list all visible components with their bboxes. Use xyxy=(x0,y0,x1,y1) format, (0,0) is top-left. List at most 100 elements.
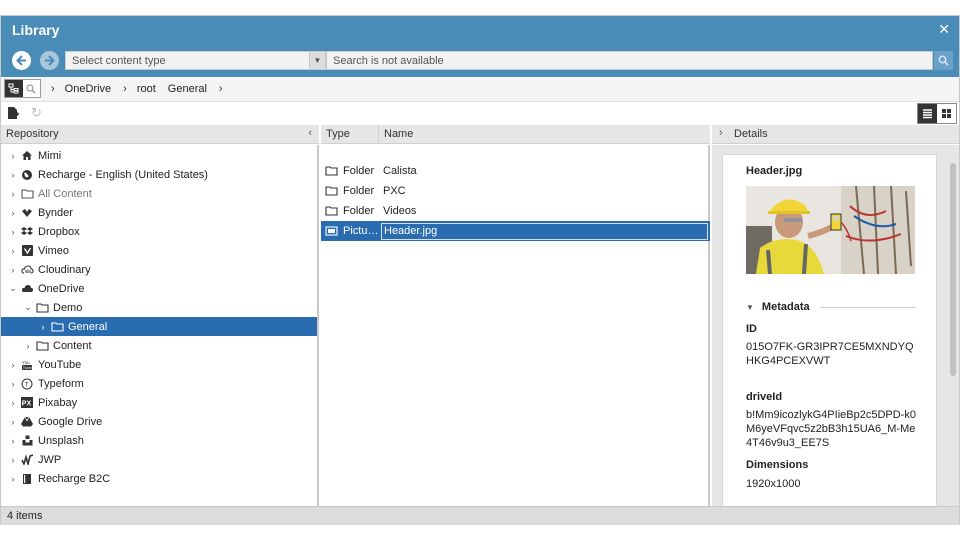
tree-item-label: Vimeo xyxy=(38,244,69,257)
tree-view-icon[interactable] xyxy=(5,80,23,97)
tree-item-content[interactable]: › Content xyxy=(1,336,317,355)
chevron-right-icon[interactable]: › xyxy=(7,360,19,370)
tree-item-label: General xyxy=(68,320,108,333)
chevron-right-icon[interactable]: › xyxy=(7,189,19,199)
details-header: › Details xyxy=(712,125,959,144)
tree-item-label: Mimi xyxy=(38,149,62,162)
tree-item-label: Demo xyxy=(53,301,83,314)
tree-item-mimi[interactable]: › Mimi xyxy=(1,146,317,165)
metadata-section-header[interactable]: ▼ Metadata xyxy=(746,301,916,313)
chevron-right-icon[interactable]: › xyxy=(7,227,19,237)
tree-item-unsplash[interactable]: › Unsplash xyxy=(1,431,317,450)
details-file-name: Header.jpg xyxy=(746,165,803,177)
tree-item-typeform[interactable]: › T Typeform xyxy=(1,374,317,393)
tree-item-google-drive[interactable]: › Google Drive xyxy=(1,412,317,431)
collapse-left-icon[interactable]: ‹ xyxy=(308,127,312,139)
chevron-right-icon[interactable]: › xyxy=(7,265,19,275)
tree-item-all-content[interactable]: › All Content xyxy=(1,184,317,203)
chevron-right-icon[interactable]: › xyxy=(7,246,19,256)
chevron-down-icon[interactable]: ▼ xyxy=(746,303,754,312)
collapse-right-icon[interactable]: › xyxy=(719,127,723,139)
breadcrumb-item[interactable]: OneDrive xyxy=(65,83,111,95)
field-value: 015O7FK-GR3IPR7CE5MXNDYQHKG4PCEXVWT xyxy=(746,341,914,367)
grid-view-icon[interactable] xyxy=(937,104,956,123)
chevron-right-icon[interactable]: › xyxy=(7,151,19,161)
search-input[interactable]: Search is not available xyxy=(326,51,933,70)
tree-search-toggle[interactable] xyxy=(4,79,41,98)
chevron-right-icon[interactable]: › xyxy=(7,398,19,408)
file-list-header: Type Name xyxy=(321,125,710,144)
search-view-icon[interactable] xyxy=(23,80,41,97)
tree-item-pixabay[interactable]: › PX Pixabay xyxy=(1,393,317,412)
chevron-down-icon[interactable]: ⌄ xyxy=(22,302,34,313)
tree-item-label: Typeform xyxy=(38,377,84,390)
breadcrumb-item[interactable]: General xyxy=(168,83,207,95)
chevron-right-icon[interactable]: › xyxy=(22,341,34,351)
tree-item-recharge-b2c[interactable]: › Recharge B2C xyxy=(1,469,317,488)
field-label: driveId xyxy=(746,391,783,403)
column-header-type[interactable]: Type xyxy=(321,125,379,144)
chevron-down-icon[interactable]: ⌄ xyxy=(7,283,19,294)
close-icon[interactable]: ✕ xyxy=(938,21,950,38)
row-name-editor[interactable]: Header.jpg xyxy=(381,222,708,240)
typeform-icon: T xyxy=(19,377,35,391)
content-type-select[interactable]: Select content type ▼ xyxy=(65,51,326,70)
details-scrollbar[interactable] xyxy=(950,163,956,376)
tree-item-vimeo[interactable]: › Vimeo xyxy=(1,241,317,260)
cloud-outline-icon xyxy=(19,263,35,277)
chevron-right-icon[interactable]: › xyxy=(37,322,49,332)
tree-item-label: All Content xyxy=(38,187,92,200)
table-row[interactable]: Folder Calista xyxy=(321,161,710,181)
image-preview xyxy=(746,186,915,274)
secondary-toolbar: ↻ xyxy=(1,103,959,125)
google-drive-icon xyxy=(19,415,35,429)
refresh-icon[interactable]: ↻ xyxy=(31,105,42,121)
library-dialog: Library ✕ Select content type ▼ Search i… xyxy=(0,15,960,525)
new-file-icon[interactable] xyxy=(7,106,19,120)
chevron-right-icon[interactable]: › xyxy=(7,417,19,427)
repository-header: Repository ‹ xyxy=(1,125,319,144)
tree-item-demo[interactable]: ⌄ Demo xyxy=(1,298,317,317)
row-name: Videos xyxy=(383,205,417,217)
forward-button[interactable] xyxy=(40,51,59,70)
tree-item-bynder[interactable]: › Bynder xyxy=(1,203,317,222)
table-row[interactable]: Pictu… Header.jpg xyxy=(321,221,710,241)
chevron-right-icon: › xyxy=(218,83,223,95)
details-panel: Header.jpg ▼ Metadata ID 015O7FK-GR3IPR7… xyxy=(712,145,959,506)
chevron-right-icon[interactable]: › xyxy=(7,208,19,218)
chevron-down-icon[interactable]: ▼ xyxy=(309,52,325,69)
youtube-icon: You Tube xyxy=(19,358,35,372)
svg-text:Tube: Tube xyxy=(23,365,33,370)
tree-item-onedrive[interactable]: ⌄ OneDrive xyxy=(1,279,317,298)
bynder-icon xyxy=(19,206,35,220)
tree-item-label: Google Drive xyxy=(38,415,103,428)
globe-icon xyxy=(19,168,35,182)
table-row[interactable]: Folder PXC xyxy=(321,181,710,201)
breadcrumb-item[interactable]: root xyxy=(137,83,156,95)
folder-icon xyxy=(49,320,65,334)
table-row[interactable]: Folder Videos xyxy=(321,201,710,221)
svg-text:T: T xyxy=(25,381,29,388)
chevron-right-icon[interactable]: › xyxy=(7,436,19,446)
chevron-right-icon[interactable]: › xyxy=(7,170,19,180)
jwp-icon xyxy=(19,453,35,467)
back-button[interactable] xyxy=(12,51,31,70)
search-button[interactable] xyxy=(934,51,953,70)
chevron-right-icon[interactable]: › xyxy=(7,455,19,465)
breadcrumb-bar: › OneDrive › root General › xyxy=(1,77,959,102)
tree-item-jwp[interactable]: › JWP xyxy=(1,450,317,469)
tree-item-dropbox[interactable]: › Dropbox xyxy=(1,222,317,241)
view-mode-switch[interactable] xyxy=(917,103,957,124)
tree-item-recharge[interactable]: › Recharge - English (United States) xyxy=(1,165,317,184)
chevron-right-icon[interactable]: › xyxy=(7,474,19,484)
tree-item-youtube[interactable]: › You Tube YouTube xyxy=(1,355,317,374)
tree-item-cloudinary[interactable]: › Cloudinary xyxy=(1,260,317,279)
chevron-right-icon[interactable]: › xyxy=(7,379,19,389)
row-type: Pictu… xyxy=(343,225,379,237)
tree-item-general[interactable]: › General xyxy=(1,317,317,336)
list-view-icon[interactable] xyxy=(918,104,937,123)
dropbox-icon xyxy=(19,225,35,239)
unsplash-icon xyxy=(19,434,35,448)
arrow-right-icon xyxy=(45,55,55,66)
column-header-name[interactable]: Name xyxy=(379,125,418,143)
